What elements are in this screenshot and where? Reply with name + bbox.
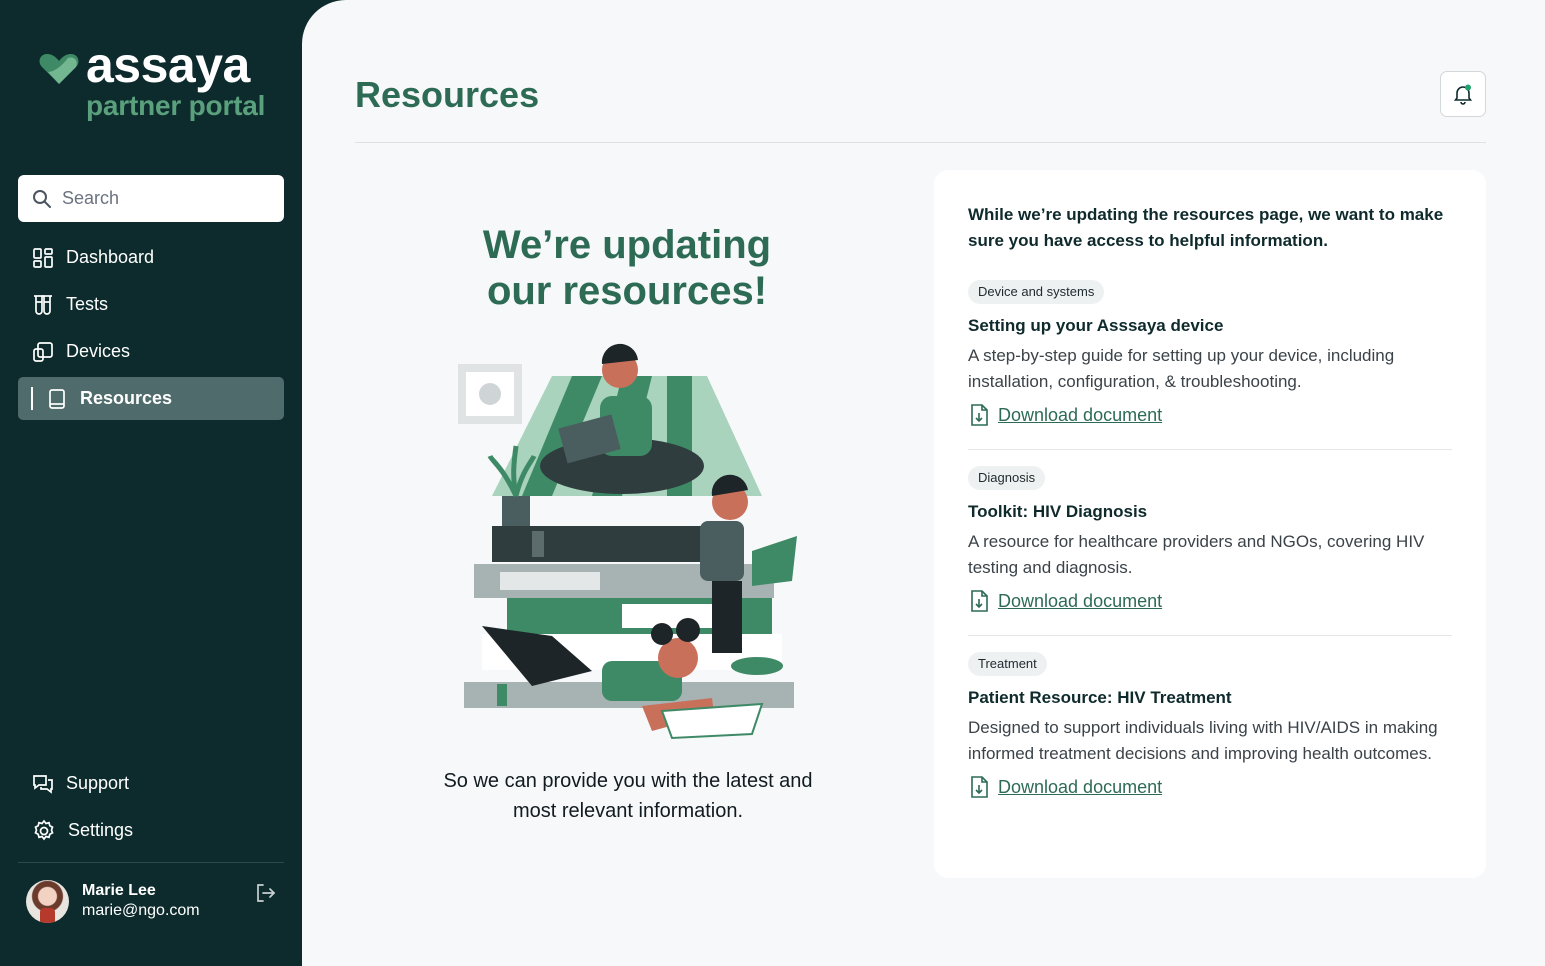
resource-title: Toolkit: HIV Diagnosis bbox=[968, 502, 1148, 521]
resource-title: Setting up your Asssaya device bbox=[968, 316, 1224, 335]
user-email: marie@ngo.com bbox=[82, 902, 200, 919]
resource-tag: Device and systems bbox=[968, 280, 1105, 304]
user-name: Marie Lee bbox=[82, 882, 156, 899]
brand-name: assaya bbox=[86, 37, 250, 93]
download-row: Download document bbox=[968, 403, 1452, 427]
download-row: Download document bbox=[968, 775, 1452, 799]
sidebar-item-label: Support bbox=[66, 773, 130, 793]
brand-subtitle: partner portal bbox=[86, 90, 266, 121]
sidebar-item-resources[interactable]: Resources bbox=[18, 377, 284, 420]
download-document-link[interactable]: Download document bbox=[998, 777, 1162, 798]
download-row: Download document bbox=[968, 589, 1452, 613]
sidebar-item-label: Dashboard bbox=[66, 247, 155, 267]
user-profile: Marie Lee marie@ngo.com bbox=[26, 880, 284, 924]
search-icon bbox=[33, 189, 51, 208]
reading-kids-illustration bbox=[458, 343, 797, 740]
sidebar-item-support[interactable]: Support bbox=[18, 762, 284, 805]
resource-item: Treatment Patient Resource: HIV Treatmen… bbox=[968, 652, 1452, 799]
chat-icon bbox=[33, 774, 53, 794]
sidebar-bottom-nav: Support Settings bbox=[18, 762, 284, 856]
resource-item: Diagnosis Toolkit: HIV Diagnosis A resou… bbox=[968, 466, 1452, 613]
sidebar-item-devices[interactable]: Devices bbox=[18, 330, 284, 373]
dashboard-icon bbox=[33, 247, 53, 268]
search-input[interactable] bbox=[62, 188, 262, 209]
header-divider bbox=[355, 142, 1486, 143]
file-download-icon bbox=[971, 590, 988, 612]
sidebar: assaya partner portal Dashboard Tests bbox=[0, 0, 302, 966]
hero-title: We’re updating our resources! bbox=[482, 223, 772, 313]
sidebar-divider bbox=[18, 862, 284, 863]
main-content: Resources We’re updating our resources! bbox=[302, 0, 1545, 966]
gear-icon bbox=[34, 819, 54, 840]
sidebar-item-dashboard[interactable]: Dashboard bbox=[18, 236, 284, 279]
avatar[interactable] bbox=[26, 880, 69, 923]
resource-description: A step-by-step guide for setting up your… bbox=[968, 346, 1395, 391]
sidebar-item-label: Tests bbox=[66, 294, 109, 314]
sidebar-item-label: Resources bbox=[80, 388, 173, 408]
resource-tag: Diagnosis bbox=[968, 466, 1046, 490]
resource-item: Device and systems Setting up your Asssa… bbox=[968, 280, 1452, 427]
resource-divider bbox=[968, 635, 1452, 636]
resource-divider bbox=[968, 449, 1452, 450]
hero-subtitle: So we can provide you with the latest an… bbox=[443, 770, 813, 822]
sidebar-nav: Dashboard Tests Devices Resources bbox=[18, 236, 284, 424]
heart-logo-icon bbox=[39, 54, 79, 84]
search-box[interactable] bbox=[18, 175, 284, 222]
resource-title: Patient Resource: HIV Treatment bbox=[968, 688, 1232, 707]
file-download-icon bbox=[971, 776, 988, 798]
book-icon bbox=[49, 388, 65, 409]
logout-icon[interactable] bbox=[254, 882, 276, 904]
download-document-link[interactable]: Download document bbox=[998, 591, 1162, 612]
sidebar-item-label: Settings bbox=[68, 820, 134, 840]
resources-card: While we’re updating the resources page,… bbox=[934, 170, 1486, 878]
resource-description: A resource for healthcare providers and … bbox=[968, 532, 1425, 577]
devices-icon bbox=[33, 341, 53, 362]
resource-description: Designed to support individuals living w… bbox=[968, 718, 1438, 763]
page-title: Resources bbox=[355, 74, 540, 115]
test-tubes-icon bbox=[34, 294, 52, 315]
file-download-icon bbox=[971, 404, 988, 426]
card-intro: While we’re updating the resources page,… bbox=[968, 205, 1444, 250]
download-document-link[interactable]: Download document bbox=[998, 405, 1162, 426]
bell-icon bbox=[1453, 84, 1473, 105]
resource-tag: Treatment bbox=[968, 652, 1047, 676]
sidebar-item-tests[interactable]: Tests bbox=[18, 283, 284, 326]
sidebar-item-label: Devices bbox=[66, 341, 131, 361]
sidebar-item-settings[interactable]: Settings bbox=[18, 809, 284, 852]
notifications-button[interactable] bbox=[1440, 71, 1486, 117]
